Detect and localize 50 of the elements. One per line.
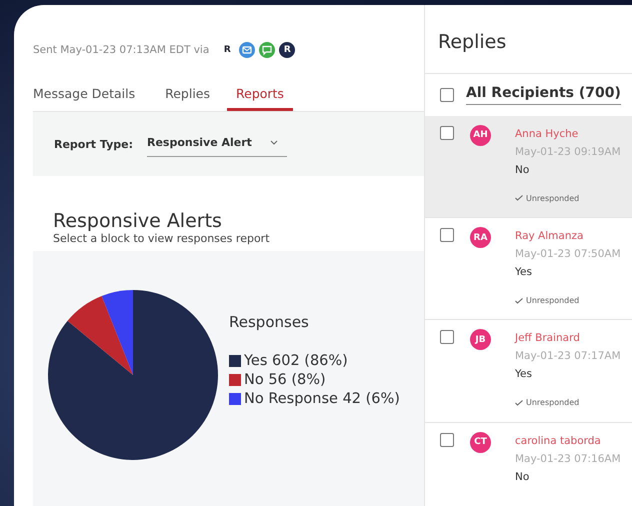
tab[interactable]: Message Details (33, 80, 144, 111)
report-subtitle: Select a block to view responses report (53, 232, 271, 245)
reply-status: Unresponded (526, 194, 580, 203)
reply-status: Unresponded (526, 296, 580, 306)
reply-row[interactable]: CT carolina taborda May-01-23 07:16AM No (425, 422, 632, 506)
replies-title: Replies (438, 31, 508, 55)
legend-label: No Response 42 (6%) (244, 391, 400, 407)
checkbox[interactable] (440, 228, 454, 242)
report-type-dropdown[interactable]: Responsive Alert (146, 131, 287, 157)
tab[interactable]: Replies (156, 80, 219, 111)
checkbox[interactable] (440, 88, 454, 102)
reply-answer: Yes (515, 266, 533, 278)
checkbox[interactable] (440, 432, 454, 447)
checkbox[interactable] (440, 126, 454, 140)
pie-slice[interactable] (68, 296, 133, 375)
legend-label: Yes 602 (86%) (244, 353, 348, 369)
recipient-name[interactable]: Jeff Brainard (515, 332, 621, 344)
avatar-initials: RA (470, 227, 491, 248)
reply-answer: Yes (515, 368, 533, 380)
reply-row[interactable]: JB Jeff Brainard May-01-23 07:17AM Yes Unresponded (425, 320, 632, 423)
pie-slice[interactable] (102, 290, 133, 375)
envelope-icon (239, 42, 256, 58)
avatar-initials: CT (470, 432, 491, 453)
reply-time: May-01-23 07:16AM (515, 452, 621, 465)
reply-time: May-01-23 07:17AM (515, 350, 621, 362)
reply-row[interactable]: RA Ray Almanza May-01-23 07:50AM Yes Unresponded (425, 218, 632, 320)
avatar-initials: JB (470, 329, 491, 350)
recipient-name[interactable]: carolina taborda (515, 434, 621, 447)
checkmark-icon (515, 298, 523, 304)
recipient-name[interactable]: Ray Almanza (515, 230, 621, 242)
reply-row[interactable]: AH Anna Hyche May-01-23 09:19AM No Unresponded (425, 116, 632, 218)
checkmark-icon (515, 400, 523, 406)
avatar-initials: AH (470, 124, 491, 146)
checkmark-icon (515, 195, 523, 202)
reply-time: May-01-23 09:19AM (515, 146, 621, 158)
checkbox[interactable] (440, 330, 454, 344)
reply-time: May-01-23 07:50AM (515, 248, 621, 260)
chat-bubble-icon (259, 42, 276, 58)
sent-info: Sent May-01-23 07:13AM EDT via (33, 44, 210, 56)
app-logo-icon: R (279, 42, 296, 58)
legend-title: Responses (229, 313, 310, 331)
caret-icon (270, 140, 278, 145)
reply-answer: No (515, 470, 530, 483)
legend-label: No 56 (8%) (244, 372, 326, 388)
report-title: Responsive Alerts (53, 210, 223, 232)
report-type-label: Report Type: (54, 138, 133, 150)
reply-answer: No (515, 164, 530, 176)
pie-slice[interactable] (48, 290, 218, 460)
all-recipients-label[interactable]: All Recipients (700) (466, 84, 621, 105)
reply-status: Unresponded (526, 398, 580, 408)
